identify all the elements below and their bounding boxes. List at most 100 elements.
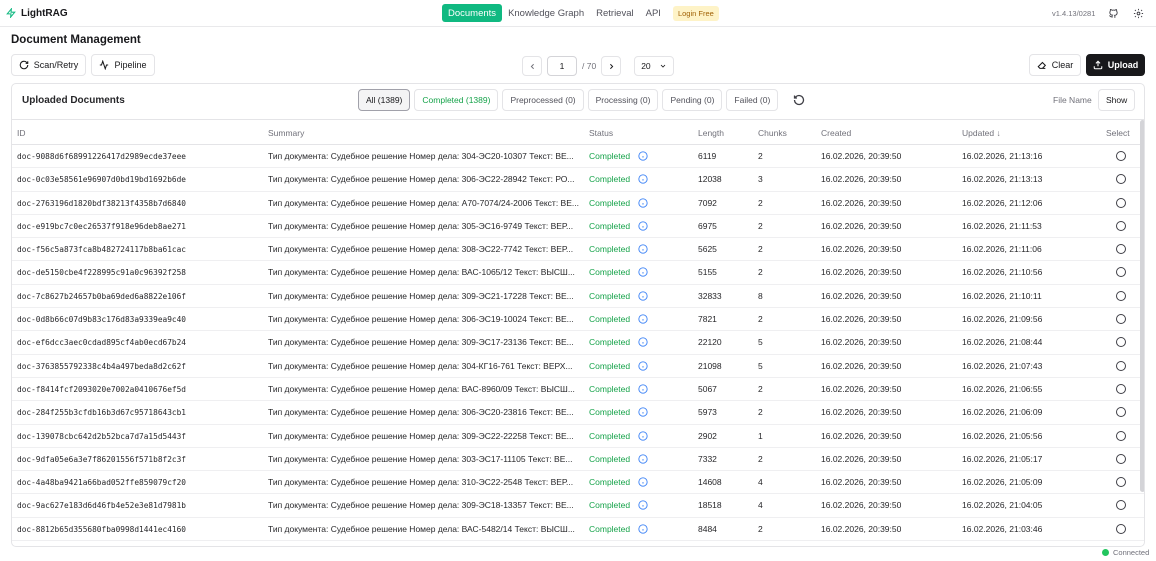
info-icon[interactable] xyxy=(638,361,648,371)
cell-length: 5155 xyxy=(698,267,717,278)
cell-summary: Тип документа: Судебное решение Номер де… xyxy=(268,430,574,441)
row-select-checkbox[interactable] xyxy=(1116,383,1126,394)
page-size-select[interactable]: 20 xyxy=(634,56,675,76)
filter-all[interactable]: All (1389) xyxy=(358,89,411,111)
cell-id: doc-ef6dcc3aec0cdad895cf4ab0ecd67b24 xyxy=(17,338,186,348)
row-select-checkbox[interactable] xyxy=(1116,197,1126,208)
prev-page-button[interactable] xyxy=(522,56,542,76)
table-row[interactable]: doc-2763196d1820bdf38213f4358b7d6840 Тип … xyxy=(12,192,1144,215)
cell-id: doc-0d8b66c07d9b83c176d83a9339ea9c40 xyxy=(17,315,186,325)
tab-api[interactable]: API xyxy=(640,4,667,22)
filter-failed[interactable]: Failed (0) xyxy=(726,89,779,111)
upload-button[interactable]: Upload xyxy=(1086,54,1145,76)
tab-knowledge-graph[interactable]: Knowledge Graph xyxy=(502,4,590,22)
row-select-checkbox[interactable] xyxy=(1116,500,1126,511)
row-select-checkbox[interactable] xyxy=(1116,523,1126,534)
info-icon[interactable] xyxy=(638,291,648,301)
tab-documents[interactable]: Documents xyxy=(442,4,503,22)
panel-title: Uploaded Documents xyxy=(22,95,125,106)
cell-status: Completed xyxy=(589,244,631,255)
info-icon[interactable] xyxy=(638,267,648,278)
table-row[interactable]: doc-f8414fcf2093020e7002a0410676ef5d Тип … xyxy=(12,378,1144,402)
page-number-input[interactable]: 1 xyxy=(547,56,577,76)
cell-status: Completed xyxy=(589,267,631,278)
table-row[interactable]: doc-8812b65d355680fba0998d1441ec4160 Тип … xyxy=(12,518,1144,542)
table-row[interactable]: doc-284f255b3cfdb16b3d67c95718643cb1 Тип … xyxy=(12,401,1144,425)
info-icon[interactable] xyxy=(638,221,648,231)
cell-length: 12038 xyxy=(698,174,722,185)
col-created[interactable]: Created xyxy=(821,128,851,138)
table-row[interactable]: doc-139078cbc642d2b52bca7d7a15d5443f Тип … xyxy=(12,425,1144,448)
cell-summary: Тип документа: Судебное решение Номер де… xyxy=(268,244,574,255)
brand[interactable]: LightRAG xyxy=(6,7,68,19)
info-icon[interactable] xyxy=(638,524,648,534)
col-chunks[interactable]: Chunks xyxy=(758,128,787,138)
cell-chunks: 3 xyxy=(758,174,763,185)
info-icon[interactable] xyxy=(638,337,648,347)
connection-label: Connected xyxy=(1113,548,1150,557)
filter-preprocessed[interactable]: Preprocessed (0) xyxy=(502,89,584,111)
row-select-checkbox[interactable] xyxy=(1116,360,1126,371)
row-select-checkbox[interactable] xyxy=(1116,453,1126,464)
col-summary[interactable]: Summary xyxy=(268,128,304,138)
table-row[interactable]: doc-0c03e58561e96907d0bd19bd1692b6de Тип … xyxy=(12,168,1144,192)
info-icon[interactable] xyxy=(638,477,648,487)
row-select-checkbox[interactable] xyxy=(1116,267,1126,278)
table-row[interactable]: doc-9ac627e183d6d46fb4e52e3e81d7981b Тип … xyxy=(12,494,1144,518)
info-icon[interactable] xyxy=(638,244,648,254)
info-icon[interactable] xyxy=(638,314,648,324)
clear-button[interactable]: Clear xyxy=(1029,54,1081,76)
table-scrollbar[interactable] xyxy=(1140,120,1144,492)
row-select-checkbox[interactable] xyxy=(1116,174,1126,185)
info-icon[interactable] xyxy=(638,407,648,417)
row-select-checkbox[interactable] xyxy=(1116,430,1126,441)
info-icon[interactable] xyxy=(638,454,648,464)
pipeline-button[interactable]: Pipeline xyxy=(91,54,155,76)
row-select-checkbox[interactable] xyxy=(1116,314,1126,325)
filter-processing[interactable]: Processing (0) xyxy=(587,89,659,111)
filter-completed[interactable]: Completed (1389) xyxy=(414,89,499,111)
row-select-checkbox[interactable] xyxy=(1116,477,1126,488)
table-row[interactable]: doc-0d8b66c07d9b83c176d83a9339ea9c40 Тип … xyxy=(12,308,1144,332)
filter-pending[interactable]: Pending (0) xyxy=(662,89,723,111)
cell-summary: Тип документа: Судебное решение Номер де… xyxy=(268,477,574,488)
row-select-checkbox[interactable] xyxy=(1116,151,1126,161)
table-row[interactable]: doc-9dfa05e6a3e7f86201556f571b8f2c3f Тип … xyxy=(12,448,1144,472)
cell-status: Completed xyxy=(589,407,631,418)
info-icon[interactable] xyxy=(638,197,648,208)
info-icon[interactable] xyxy=(638,151,648,161)
show-file-name-button[interactable]: Show xyxy=(1098,89,1136,111)
cell-id: doc-4a48ba9421a66bad052ffe859079cf20 xyxy=(17,478,186,488)
col-updated[interactable]: Updated ↓ xyxy=(962,128,1001,138)
cell-summary: Тип документа: Судебное решение Номер де… xyxy=(268,314,574,325)
row-select-checkbox[interactable] xyxy=(1116,220,1126,231)
table-row[interactable]: doc-7c8627b24657b0ba69ded6a8822e106f Тип … xyxy=(12,285,1144,309)
scan-retry-button[interactable]: Scan/Retry xyxy=(11,54,86,76)
settings-icon[interactable] xyxy=(1133,8,1144,19)
table-row[interactable]: doc-de5150cbe4f228995c91a0c96392f258 Тип … xyxy=(12,261,1144,285)
row-select-checkbox[interactable] xyxy=(1116,407,1126,418)
row-select-checkbox[interactable] xyxy=(1116,244,1126,255)
info-icon[interactable] xyxy=(638,384,648,394)
cell-id: doc-9ac627e183d6d46fb4e52e3e81d7981b xyxy=(17,501,186,511)
col-status[interactable]: Status xyxy=(589,128,613,138)
info-icon[interactable] xyxy=(638,174,648,184)
col-id[interactable]: ID xyxy=(17,128,26,138)
row-select-checkbox[interactable] xyxy=(1116,290,1126,301)
table-row[interactable]: doc-f56c5a873fca8b482724117b8ba61cac Тип … xyxy=(12,238,1144,262)
reload-icon[interactable] xyxy=(793,94,805,106)
github-icon[interactable] xyxy=(1108,8,1119,19)
info-icon[interactable] xyxy=(638,500,648,511)
table-row[interactable]: doc-3763855792338c4b4a497beda8d2c62f Тип … xyxy=(12,355,1144,378)
cell-updated: 16.02.2026, 21:07:43 xyxy=(962,360,1043,371)
row-select-checkbox[interactable] xyxy=(1116,337,1126,348)
info-icon[interactable] xyxy=(638,430,648,441)
cell-chunks: 2 xyxy=(758,220,763,231)
tab-retrieval[interactable]: Retrieval xyxy=(590,4,640,22)
table-row[interactable]: doc-9088d6f68991226417d2989ecde37eee Тип … xyxy=(12,145,1144,169)
table-row[interactable]: doc-ef6dcc3aec0cdad895cf4ab0ecd67b24 Тип … xyxy=(12,331,1144,355)
table-row[interactable]: doc-e919bc7c0ec26537f918e96deb8ae271 Тип … xyxy=(12,215,1144,239)
col-length[interactable]: Length xyxy=(698,128,724,138)
table-row[interactable]: doc-4a48ba9421a66bad052ffe859079cf20 Тип … xyxy=(12,471,1144,495)
next-page-button[interactable] xyxy=(601,56,622,76)
